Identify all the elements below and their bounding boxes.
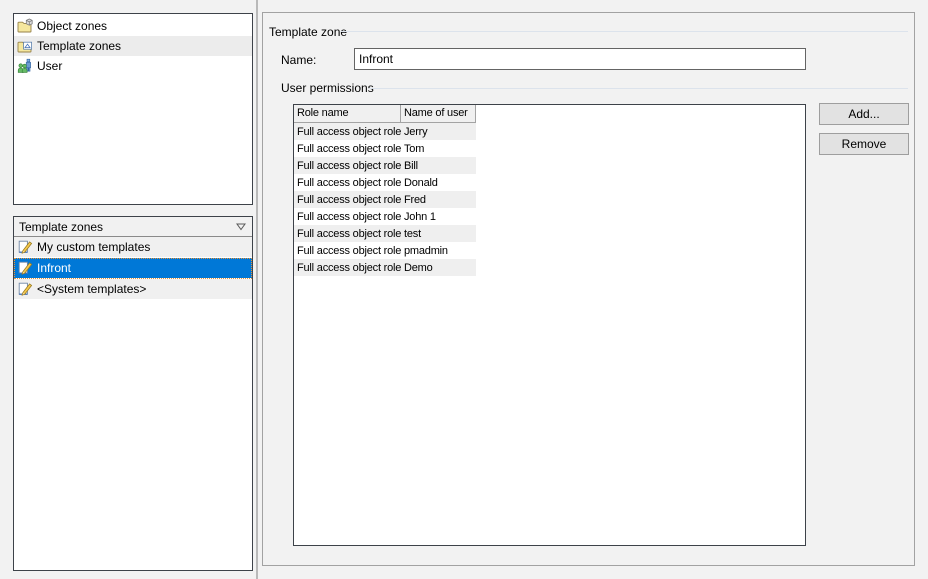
add-button[interactable]: Add...: [819, 103, 909, 125]
table-row[interactable]: Full access object roleJohn 1: [294, 208, 476, 225]
sidebar-item-label: Template zones: [37, 39, 121, 53]
user-permissions-table: Role name Name of user Full access objec…: [293, 104, 806, 546]
folder-template-icon: [17, 38, 33, 54]
cell-role-name: Full access object role: [294, 262, 401, 274]
zone-item-label: Infront: [37, 261, 71, 275]
template-zone-group-line: [341, 31, 908, 32]
user-permissions-group-label: User permissions: [281, 81, 374, 95]
remove-button[interactable]: Remove: [819, 133, 909, 155]
cell-user-name: Fred: [401, 194, 476, 206]
cell-role-name: Full access object role: [294, 160, 401, 172]
template-zones-list-header-label: Template zones: [19, 220, 103, 234]
table-header-row: Role name Name of user: [294, 105, 805, 123]
zone-item-my-custom-templates[interactable]: My custom templates: [14, 237, 252, 258]
zone-item-label: My custom templates: [37, 240, 150, 254]
cell-user-name: test: [401, 228, 476, 240]
cell-user-name: Bill: [401, 160, 476, 172]
column-header-role-name[interactable]: Role name: [294, 105, 401, 123]
table-row[interactable]: Full access object roleJerry: [294, 123, 476, 140]
sidebar-item-template-zones[interactable]: Template zones: [14, 36, 252, 56]
cell-user-name: Donald: [401, 177, 476, 189]
table-row[interactable]: Full access object rolepmadmin: [294, 242, 476, 259]
cell-role-name: Full access object role: [294, 245, 401, 257]
cell-role-name: Full access object role: [294, 143, 401, 155]
template-zones-panel: Template zones My custom templates Infron…: [13, 216, 253, 571]
table-row[interactable]: Full access object roleDonald: [294, 174, 476, 191]
column-header-name-of-user[interactable]: Name of user: [401, 105, 476, 123]
cell-user-name: John 1: [401, 211, 476, 223]
user-permissions-group-line: [369, 88, 908, 89]
sidebar-item-object-zones[interactable]: Object zones: [14, 16, 252, 36]
cell-role-name: Full access object role: [294, 228, 401, 240]
name-label: Name:: [281, 53, 316, 67]
folder-cube-icon: [17, 18, 33, 34]
cell-role-name: Full access object role: [294, 177, 401, 189]
template-pencil-icon: [17, 239, 33, 255]
sidebar-item-label: Object zones: [37, 19, 107, 33]
table-row[interactable]: Full access object roleDemo: [294, 259, 476, 276]
table-row[interactable]: Full access object roletest: [294, 225, 476, 242]
zone-admin-window: Object zones Template zones User Template …: [0, 0, 928, 579]
cell-role-name: Full access object role: [294, 126, 401, 138]
template-zones-list-header[interactable]: Template zones: [14, 217, 252, 237]
zone-item-infront[interactable]: Infront: [14, 258, 252, 279]
table-row[interactable]: Full access object roleTom: [294, 140, 476, 157]
cell-role-name: Full access object role: [294, 194, 401, 206]
zone-type-list: Object zones Template zones User: [13, 13, 253, 205]
sidebar-item-user[interactable]: User: [14, 56, 252, 76]
template-pencil-icon: [17, 260, 33, 276]
template-pencil-icon: [17, 281, 33, 297]
cell-role-name: Full access object role: [294, 211, 401, 223]
cell-user-name: pmadmin: [401, 245, 476, 257]
name-input[interactable]: [354, 48, 806, 70]
template-zone-detail: Template zone Name: User permissions Rol…: [262, 12, 915, 566]
table-row[interactable]: Full access object roleFred: [294, 191, 476, 208]
zone-item-label: <System templates>: [37, 282, 146, 296]
cell-user-name: Demo: [401, 262, 476, 274]
cell-user-name: Tom: [401, 143, 476, 155]
sidebar-item-label: User: [37, 59, 62, 73]
zone-item-system-templates[interactable]: <System templates>: [14, 279, 252, 300]
sort-triangle-icon[interactable]: [236, 223, 246, 231]
table-row[interactable]: Full access object roleBill: [294, 157, 476, 174]
panel-splitter[interactable]: [256, 0, 258, 579]
template-zone-group-label: Template zone: [269, 25, 347, 39]
cell-user-name: Jerry: [401, 126, 476, 138]
users-icon: [17, 58, 33, 74]
